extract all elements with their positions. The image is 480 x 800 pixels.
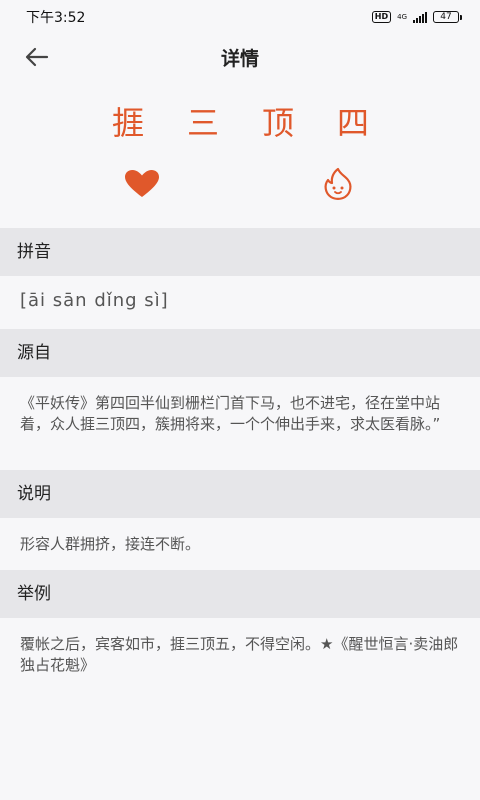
network-indicator: 4G	[397, 12, 407, 21]
section-header-pinyin: 拼音	[0, 228, 480, 276]
battery-icon: 47	[433, 11, 462, 23]
section-header-explain: 说明	[0, 470, 480, 518]
pinyin-text: [āi sān dǐng sì]	[20, 290, 169, 311]
status-icons: HD 4G 47	[371, 11, 462, 23]
idiom-char-2: 三	[186, 104, 219, 142]
section-header-example: 举例	[0, 570, 480, 618]
favorite-button[interactable]	[122, 166, 162, 202]
page-title: 详情	[220, 48, 259, 70]
battery-level: 47	[433, 11, 459, 23]
network-type: 4G	[397, 12, 407, 21]
idiom-char-1: 捱	[111, 104, 144, 142]
hot-button[interactable]	[318, 166, 358, 202]
signal-icon	[413, 11, 427, 23]
hd-badge: HD	[371, 11, 392, 23]
section-body-pinyin: [āi sān dǐng sì]	[0, 286, 480, 326]
flame-icon	[324, 167, 352, 200]
status-bar: 下午3:52 HD 4G 47	[0, 0, 480, 34]
section-body-source: 《平妖传》第四回半仙到栅栏门首下马，也不进宅，径在堂中站着，众人捱三顶四，簇拥将…	[0, 393, 480, 463]
app-header: 详情	[0, 34, 480, 80]
idiom-char-4: 四	[336, 104, 369, 142]
heart-icon	[125, 170, 159, 197]
section-body-explain: 形容人群拥挤，接连不断。	[0, 534, 480, 564]
idiom-title: 捱 三 顶 四	[0, 98, 480, 148]
section-body-example: 覆帐之后，宾客如市，捱三顶五，不得空闲。★《醒世恒言·卖油郎独占花魁》	[0, 634, 480, 684]
idiom-char-3: 顶	[261, 104, 294, 142]
status-time: 下午3:52	[26, 10, 86, 26]
section-header-source: 源自	[0, 329, 480, 377]
